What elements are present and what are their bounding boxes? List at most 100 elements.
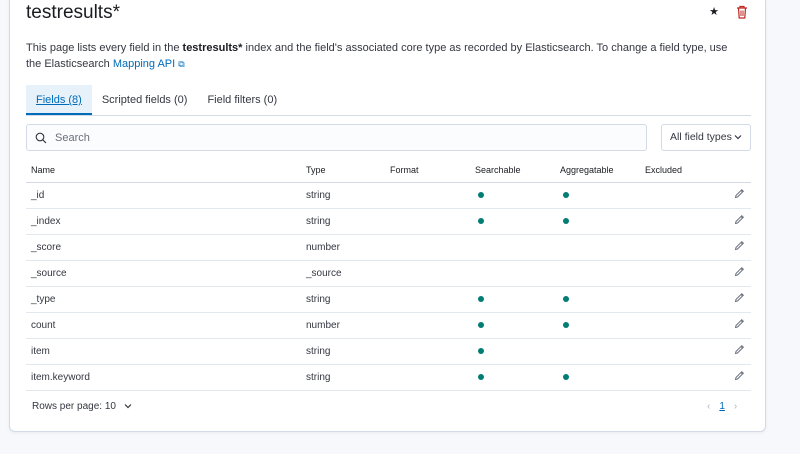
table-header-row: Name Type Format Searchable Aggregatable…: [26, 158, 751, 183]
field-name-cell: _score: [26, 234, 301, 261]
rows-per-page-button[interactable]: Rows per page: 10: [32, 401, 132, 412]
chevron-down-icon: [734, 135, 742, 140]
index-pattern-panel: testresults* ★ This page lists every fie…: [9, 0, 766, 432]
field-type-cell: string: [301, 182, 385, 209]
excluded-cell: [640, 208, 700, 235]
field-type-cell: string: [301, 286, 385, 313]
excluded-cell: [640, 182, 700, 209]
aggregatable-cell: [555, 208, 640, 235]
column-header-format[interactable]: Format: [385, 158, 470, 183]
search-input[interactable]: [55, 129, 635, 147]
pencil-icon[interactable]: [734, 214, 745, 225]
edit-cell: [700, 208, 751, 235]
searchable-dot-icon: [478, 347, 484, 354]
mapping-api-link[interactable]: Mapping API ⧉: [113, 58, 185, 70]
searchable-dot-icon: [478, 295, 484, 302]
excluded-cell: [640, 286, 700, 313]
column-header-aggregatable[interactable]: Aggregatable: [555, 158, 640, 183]
edit-cell: [700, 286, 751, 313]
searchable-dot-icon: [478, 321, 484, 328]
aggregatable-dot-icon: [563, 217, 569, 224]
aggregatable-cell: [555, 260, 640, 287]
table-row: item string: [26, 338, 751, 365]
page-title: testresults*: [26, 2, 120, 23]
field-type-cell: number: [301, 234, 385, 261]
aggregatable-cell: [555, 364, 640, 391]
pencil-icon[interactable]: [734, 240, 745, 251]
field-name-cell: _type: [26, 286, 301, 313]
field-type-filter-label: All field types: [670, 131, 732, 143]
edit-cell: [700, 364, 751, 391]
searchable-cell: [470, 208, 555, 235]
pencil-icon[interactable]: [734, 370, 745, 381]
field-type-cell: string: [301, 208, 385, 235]
trash-icon[interactable]: [736, 5, 748, 19]
searchable-dot-icon: [478, 217, 484, 224]
edit-cell: [700, 234, 751, 261]
table-row: _score number: [26, 234, 751, 261]
edit-cell: [700, 260, 751, 287]
table-row: item.keyword string: [26, 364, 751, 391]
aggregatable-cell: [555, 234, 640, 261]
field-format-cell: [385, 260, 470, 287]
searchable-cell: [470, 312, 555, 339]
pencil-icon[interactable]: [734, 318, 745, 329]
field-type-cell: string: [301, 338, 385, 365]
excluded-cell: [640, 312, 700, 339]
field-format-cell: [385, 364, 470, 391]
field-type-cell: _source: [301, 260, 385, 287]
field-format-cell: [385, 234, 470, 261]
field-name-cell: item.keyword: [26, 364, 301, 391]
field-format-cell: [385, 312, 470, 339]
searchable-cell: [470, 364, 555, 391]
table-row: count number: [26, 312, 751, 339]
fields-table: Name Type Format Searchable Aggregatable…: [26, 158, 751, 391]
pagination: ‹ 1 ›: [707, 401, 737, 412]
column-header-name[interactable]: Name: [26, 158, 301, 183]
excluded-cell: [640, 234, 700, 261]
rows-per-page-label: Rows per page: 10: [32, 401, 116, 412]
next-page-icon[interactable]: ›: [734, 401, 737, 412]
page-number-button[interactable]: 1: [719, 401, 725, 412]
searchable-cell: [470, 182, 555, 209]
search-icon: [35, 132, 47, 144]
edit-cell: [700, 182, 751, 209]
pencil-icon[interactable]: [734, 266, 745, 277]
column-header-actions: [700, 158, 751, 183]
tab-field-filters[interactable]: Field filters (0): [197, 85, 287, 115]
field-name-cell: _id: [26, 182, 301, 209]
searchable-cell: [470, 234, 555, 261]
field-format-cell: [385, 338, 470, 365]
previous-page-icon[interactable]: ‹: [707, 401, 710, 412]
page-description: This page lists every field in the testr…: [26, 42, 728, 70]
field-format-cell: [385, 208, 470, 235]
field-type-filter[interactable]: All field types: [661, 124, 751, 151]
aggregatable-cell: [555, 182, 640, 209]
excluded-cell: [640, 364, 700, 391]
searchable-dot-icon: [478, 373, 484, 380]
star-icon[interactable]: ★: [708, 6, 720, 18]
pencil-icon[interactable]: [734, 188, 745, 199]
field-name-cell: _source: [26, 260, 301, 287]
chevron-down-icon: [124, 404, 132, 409]
edit-cell: [700, 338, 751, 365]
searchable-dot-icon: [478, 191, 484, 198]
search-box: [26, 124, 647, 151]
tab-fields[interactable]: Fields (8): [26, 85, 92, 115]
aggregatable-dot-icon: [563, 373, 569, 380]
pencil-icon[interactable]: [734, 292, 745, 303]
field-format-cell: [385, 182, 470, 209]
searchable-cell: [470, 286, 555, 313]
field-name-cell: item: [26, 338, 301, 365]
tab-scripted-fields[interactable]: Scripted fields (0): [92, 85, 198, 115]
field-type-cell: number: [301, 312, 385, 339]
external-link-icon: ⧉: [178, 59, 185, 69]
searchable-cell: [470, 260, 555, 287]
pencil-icon[interactable]: [734, 344, 745, 355]
column-header-searchable[interactable]: Searchable: [470, 158, 555, 183]
field-format-cell: [385, 286, 470, 313]
column-header-type[interactable]: Type: [301, 158, 385, 183]
table-row: _index string: [26, 208, 751, 235]
tabs-divider: [26, 115, 751, 116]
column-header-excluded[interactable]: Excluded: [640, 158, 700, 183]
